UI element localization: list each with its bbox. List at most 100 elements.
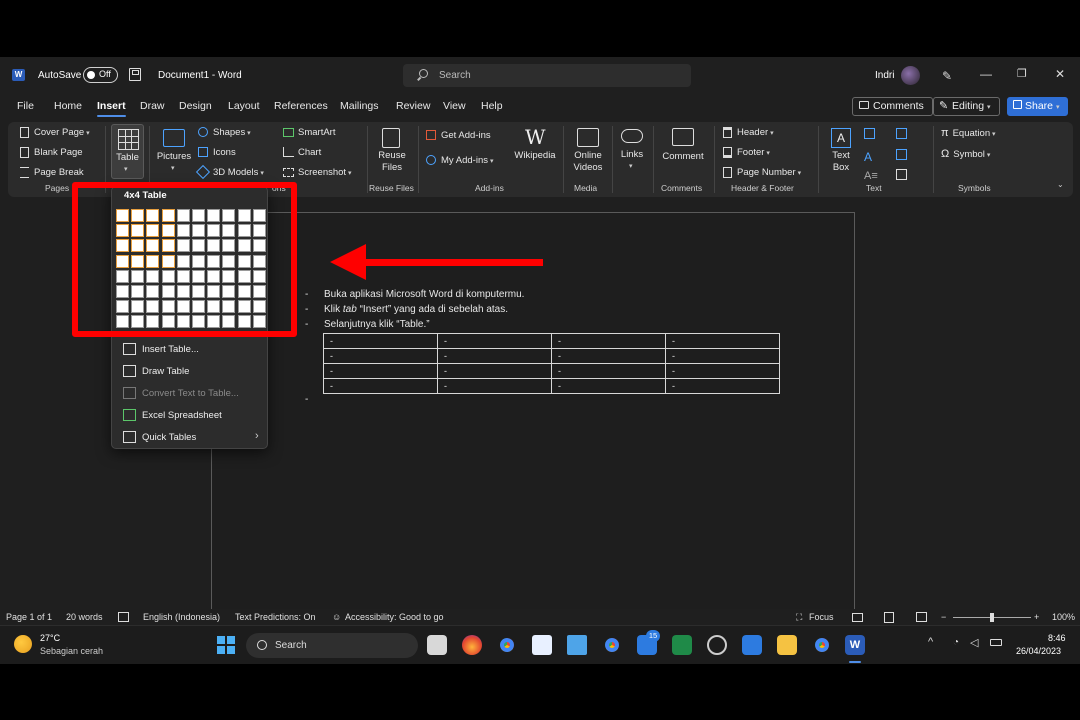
reuse-files-button[interactable]: Reuse Files xyxy=(372,124,412,179)
date-time-icon[interactable] xyxy=(896,149,907,160)
drop-cap-icon[interactable]: A≡ xyxy=(864,170,878,182)
volume-icon[interactable]: ◁ xyxy=(970,636,978,649)
tab-layout[interactable]: Layout xyxy=(228,100,260,112)
table-cell[interactable]: - xyxy=(551,348,666,364)
document-page[interactable] xyxy=(211,212,855,664)
comments-button[interactable]: Comments xyxy=(852,97,933,116)
quick-parts-icon[interactable] xyxy=(864,128,875,139)
table-cell[interactable]: - xyxy=(665,333,780,349)
new-comment-button[interactable]: Comment xyxy=(658,124,708,179)
tab-file[interactable]: File xyxy=(17,100,34,112)
temperature[interactable]: 27°C xyxy=(40,633,60,643)
table-cell[interactable]: - xyxy=(665,378,780,394)
page-count[interactable]: Page 1 of 1 xyxy=(6,612,52,622)
online-videos-button[interactable]: Online Videos xyxy=(568,124,608,179)
wordart-icon[interactable]: A xyxy=(864,150,872,164)
zoom-level[interactable]: 100% xyxy=(1052,612,1075,622)
wifi-icon[interactable]: ◔ xyxy=(953,637,959,648)
tab-design[interactable]: Design xyxy=(179,100,212,112)
notepad-icon[interactable] xyxy=(567,635,587,655)
get-addins-button[interactable]: Get Add-ins xyxy=(426,130,491,141)
tab-references[interactable]: References xyxy=(274,100,328,112)
draw-table-item[interactable]: Draw Table xyxy=(121,362,266,380)
file-explorer-icon[interactable] xyxy=(777,635,797,655)
excel-spreadsheet-item[interactable]: Excel Spreadsheet xyxy=(121,406,266,424)
cover-page-button[interactable]: Cover Page ▾ xyxy=(20,127,90,138)
smartart-button[interactable]: SmartArt xyxy=(283,127,335,138)
wikipedia-button[interactable]: W Wikipedia xyxy=(511,124,559,179)
share-button[interactable]: Share ▾ xyxy=(1007,97,1069,116)
avatar[interactable] xyxy=(901,66,920,85)
table-cell[interactable]: - xyxy=(323,333,438,349)
close-icon[interactable]: ✕ xyxy=(1055,67,1065,81)
taskbar-search[interactable]: Search xyxy=(246,633,418,658)
signature-line-icon[interactable] xyxy=(896,128,907,139)
table-cell[interactable]: - xyxy=(665,363,780,379)
page-break-button[interactable]: Page Break xyxy=(20,167,84,178)
user-name[interactable]: Indri xyxy=(875,70,894,81)
blank-page-button[interactable]: Blank Page xyxy=(20,147,83,158)
links-button[interactable]: Links ▾ xyxy=(616,124,648,179)
text-box-button[interactable]: A Text Box xyxy=(823,124,859,179)
zoom-in-icon[interactable]: + xyxy=(1034,612,1039,622)
snipping-tool-icon[interactable] xyxy=(427,635,447,655)
excel-icon[interactable] xyxy=(672,635,692,655)
table-cell[interactable]: - xyxy=(323,363,438,379)
weather-description[interactable]: Sebagian cerah xyxy=(40,646,103,656)
weather-icon[interactable] xyxy=(14,635,32,653)
page-number-button[interactable]: Page Number ▾ xyxy=(723,167,801,178)
table-cell[interactable]: - xyxy=(323,378,438,394)
web-layout-icon[interactable] xyxy=(916,612,927,622)
3d-models-button[interactable]: 3D Models ▾ xyxy=(195,165,264,180)
tab-view[interactable]: View xyxy=(443,100,466,112)
designer-pen-icon[interactable]: ✎ xyxy=(942,69,954,83)
table-cell[interactable]: - xyxy=(551,363,666,379)
icons-button[interactable]: Icons xyxy=(198,147,236,158)
chrome-profile-icon[interactable] xyxy=(602,635,622,655)
pictures-button[interactable]: Pictures ▾ xyxy=(154,124,194,179)
chrome-icon[interactable] xyxy=(812,635,832,655)
table-cell[interactable]: - xyxy=(437,348,552,364)
chevron-up-icon[interactable]: ^ xyxy=(928,636,933,648)
table-cell[interactable]: - xyxy=(323,348,438,364)
object-icon[interactable] xyxy=(896,169,907,180)
convert-text-item[interactable]: Convert Text to Table... xyxy=(121,384,266,402)
minimize-icon[interactable]: — xyxy=(980,67,992,81)
editing-button[interactable]: ✎ Editing ▾ xyxy=(933,97,1000,116)
zoom-slider-thumb[interactable] xyxy=(990,613,994,622)
table-cell[interactable]: - xyxy=(551,378,666,394)
clock-time[interactable]: 8:46 xyxy=(1048,633,1066,643)
proofing-book-icon[interactable] xyxy=(118,612,129,622)
text-predictions[interactable]: Text Predictions: On xyxy=(235,612,316,622)
mail-icon[interactable] xyxy=(742,635,762,655)
save-icon[interactable] xyxy=(129,68,141,81)
equation-button[interactable]: π Equation ▾ xyxy=(941,127,996,139)
clock-date[interactable]: 26/04/2023 xyxy=(1016,646,1061,656)
firefox-icon[interactable] xyxy=(462,635,482,655)
read-mode-icon[interactable] xyxy=(852,613,863,622)
document-table[interactable]: - - - - - - - - - - - - - - - - xyxy=(323,333,780,394)
quick-tables-item[interactable]: Quick Tables › xyxy=(121,428,266,446)
collapse-ribbon-icon[interactable]: ⌄ xyxy=(1057,180,1064,189)
chrome-icon[interactable] xyxy=(497,635,517,655)
shapes-button[interactable]: Shapes ▾ xyxy=(198,127,251,138)
table-cell[interactable]: - xyxy=(551,333,666,349)
table-cell[interactable]: - xyxy=(665,348,780,364)
screenshot-button[interactable]: Screenshot ▾ xyxy=(283,167,352,178)
symbol-button[interactable]: Ω Symbol ▾ xyxy=(941,148,990,160)
tab-draw[interactable]: Draw xyxy=(140,100,165,112)
app-icon[interactable] xyxy=(707,635,727,655)
word-count[interactable]: 20 words xyxy=(66,612,103,622)
windows-start-icon[interactable] xyxy=(217,636,235,654)
table-cell[interactable]: - xyxy=(437,363,552,379)
accessibility-status[interactable]: Accessibility: Good to go xyxy=(345,612,444,622)
table-cell[interactable]: - xyxy=(437,333,552,349)
battery-icon[interactable] xyxy=(990,639,1002,646)
table-button[interactable]: Table ▾ xyxy=(111,124,144,179)
insert-table-item[interactable]: Insert Table... xyxy=(121,340,266,358)
table-cell[interactable]: - xyxy=(437,378,552,394)
header-button[interactable]: Header ▾ xyxy=(723,127,774,138)
tab-help[interactable]: Help xyxy=(481,100,503,112)
tab-mailings[interactable]: Mailings xyxy=(340,100,379,112)
tab-review[interactable]: Review xyxy=(396,100,430,112)
